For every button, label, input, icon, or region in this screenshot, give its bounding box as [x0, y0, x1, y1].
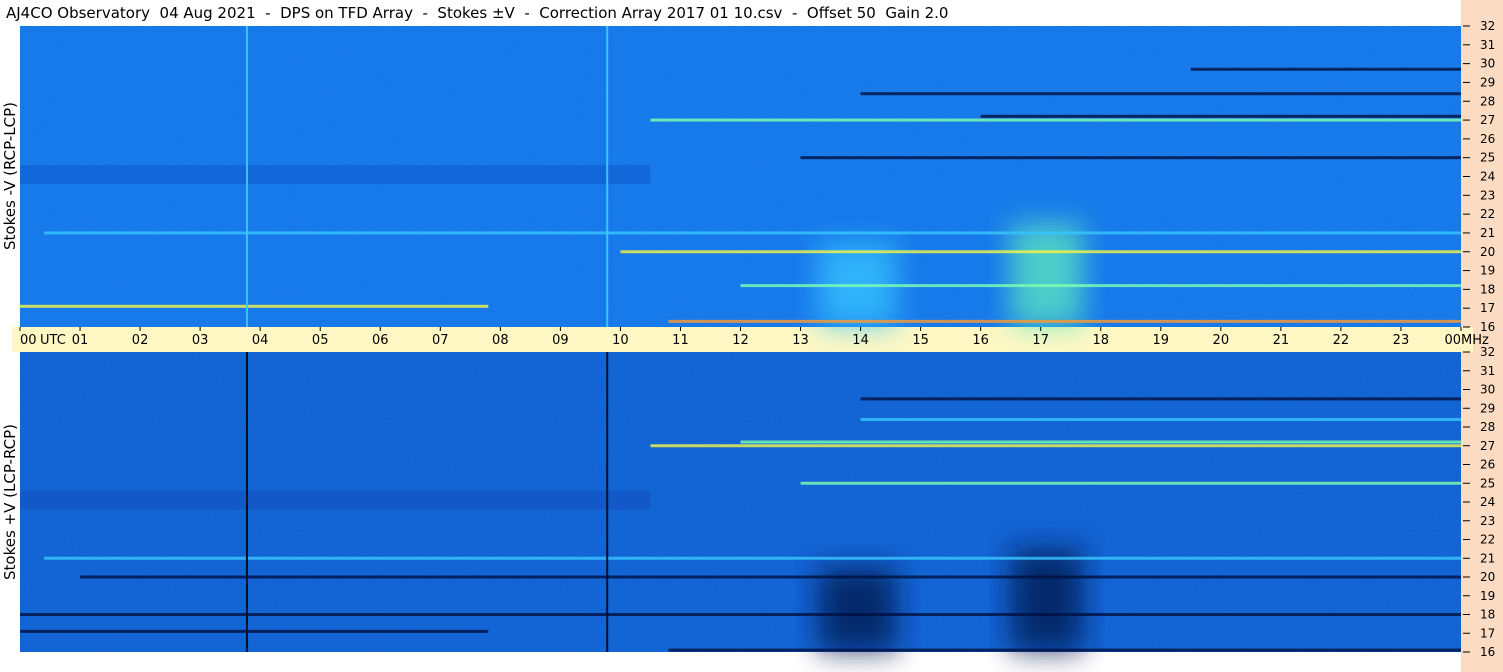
utc-tick-label: 16 — [972, 333, 989, 348]
spectrogram-horizontal-band — [20, 165, 651, 185]
intensity-line — [860, 397, 1461, 401]
freq-tick-label: 30 — [1480, 383, 1495, 397]
freq-tick-label: 21 — [1480, 226, 1495, 240]
emission-burst — [1010, 548, 1083, 652]
utc-tick-label: 23 — [1393, 333, 1410, 348]
intensity-line — [668, 648, 1461, 652]
freq-tick-label: 21 — [1480, 551, 1495, 565]
intensity-line — [80, 575, 1462, 579]
utc-tick-label: 14 — [852, 333, 869, 348]
freq-tick-label: 19 — [1480, 589, 1495, 603]
frequency-axis-top: 32 31 30 29 28 27 26 25 24 23 22 21 20 19 18 17 16 — [1463, 19, 1495, 334]
intensity-line — [650, 444, 1461, 448]
freq-tick-label: 22 — [1480, 533, 1495, 547]
spectrogram-panel-rcp-lcp — [20, 26, 1461, 327]
utc-tick-label: 05 — [312, 333, 329, 348]
utc-tick-label: 03 — [192, 333, 209, 348]
freq-tick-label: 30 — [1480, 57, 1495, 71]
intensity-line — [800, 481, 1461, 485]
freq-tick-label: 18 — [1480, 282, 1495, 296]
utc-tick-label: 19 — [1153, 333, 1170, 348]
freq-tick-label: 22 — [1480, 207, 1495, 221]
utc-tick-label: 00 — [20, 333, 37, 348]
freq-tick-label: 27 — [1480, 439, 1495, 453]
utc-tick-label: 18 — [1092, 333, 1109, 348]
intensity-line — [44, 556, 1461, 560]
freq-tick-label: 29 — [1480, 401, 1495, 415]
frequency-axis-bottom: 32 31 30 29 28 27 26 25 24 23 22 21 20 19 18 17 16 — [1463, 345, 1495, 659]
intensity-line — [20, 304, 489, 308]
intensity-line — [668, 319, 1461, 323]
freq-tick-label: 32 — [1480, 19, 1495, 33]
intensity-line — [740, 284, 1461, 288]
intensity-line — [620, 250, 1461, 254]
intensity-line — [44, 231, 1461, 235]
freq-tick-label: 29 — [1480, 75, 1495, 89]
vertical-marker-line — [245, 26, 248, 327]
intensity-line — [20, 629, 489, 633]
utc-tick-label: 02 — [132, 333, 149, 348]
dynamic-spectrogram-svg: 00 01 02 03 04 05 06 07 08 09 10 11 12 13 14 15 16 17 18 19… — [19, 19, 1495, 659]
freq-tick-label: 16 — [1480, 645, 1495, 659]
freq-tick-label: 17 — [1480, 626, 1495, 640]
intensity-line — [800, 156, 1461, 160]
intensity-line — [20, 613, 1461, 616]
utc-tick-label: 06 — [372, 333, 389, 348]
utc-tick-label: 15 — [912, 333, 929, 348]
emission-burst — [818, 567, 897, 652]
vertical-marker-line — [606, 352, 609, 652]
freq-tick-label: 27 — [1480, 113, 1495, 127]
freq-tick-label: 28 — [1480, 94, 1495, 108]
freq-tick-label: 24 — [1480, 170, 1495, 184]
utc-tick-label: 09 — [552, 333, 569, 348]
freq-tick-label: 26 — [1480, 132, 1495, 146]
freq-tick-label: 32 — [1480, 345, 1495, 359]
spectrogram-panel-lcp-rcp — [20, 352, 1462, 652]
utc-tick-label: 10 — [612, 333, 629, 348]
utc-tick-label: 22 — [1333, 333, 1350, 348]
freq-tick-label: 17 — [1480, 301, 1495, 315]
intensity-line — [1190, 67, 1461, 71]
freq-tick-label: 26 — [1480, 458, 1495, 472]
utc-axis-labels: 00 01 02 03 04 05 06 07 08 09 10 11 12 13 14 15 16 17 18 19… — [19, 327, 1489, 348]
utc-tick-label: 00 — [1444, 333, 1461, 348]
utc-tick-label: 01 — [72, 333, 89, 348]
vertical-marker-line — [245, 352, 248, 652]
freq-tick-label: 31 — [1480, 364, 1495, 378]
freq-tick-label: 20 — [1480, 570, 1495, 584]
utc-unit-label: UTC — [40, 333, 66, 348]
freq-tick-label: 25 — [1480, 476, 1495, 490]
freq-tick-label: 23 — [1480, 514, 1495, 528]
utc-tick-label: 21 — [1273, 333, 1290, 348]
intensity-line — [740, 440, 1461, 444]
utc-tick-label: 17 — [1032, 333, 1049, 348]
intensity-line — [860, 418, 1461, 421]
intensity-line — [980, 114, 1461, 118]
utc-tick-label: 13 — [792, 333, 809, 348]
freq-tick-label: 18 — [1480, 608, 1495, 622]
freq-tick-label: 31 — [1480, 38, 1495, 52]
utc-tick-label: 07 — [432, 333, 449, 348]
freq-tick-label: 16 — [1480, 320, 1495, 334]
utc-tick-label: 08 — [492, 333, 509, 348]
utc-tick-label: 11 — [672, 333, 689, 348]
emission-burst — [1010, 223, 1083, 327]
freq-tick-label: 25 — [1480, 151, 1495, 165]
utc-tick-label: 04 — [252, 333, 269, 348]
freq-tick-label: 28 — [1480, 420, 1495, 434]
vertical-marker-line — [606, 26, 609, 327]
intensity-line — [860, 92, 1461, 96]
freq-tick-label: 20 — [1480, 245, 1495, 259]
intensity-line — [650, 118, 1461, 122]
freq-tick-label: 23 — [1480, 188, 1495, 202]
utc-tick-label: 12 — [732, 333, 749, 348]
freq-tick-label: 24 — [1480, 495, 1495, 509]
utc-tick-label: 20 — [1213, 333, 1230, 348]
spectrogram-horizontal-band — [20, 490, 651, 510]
freq-tick-label: 19 — [1480, 264, 1495, 278]
